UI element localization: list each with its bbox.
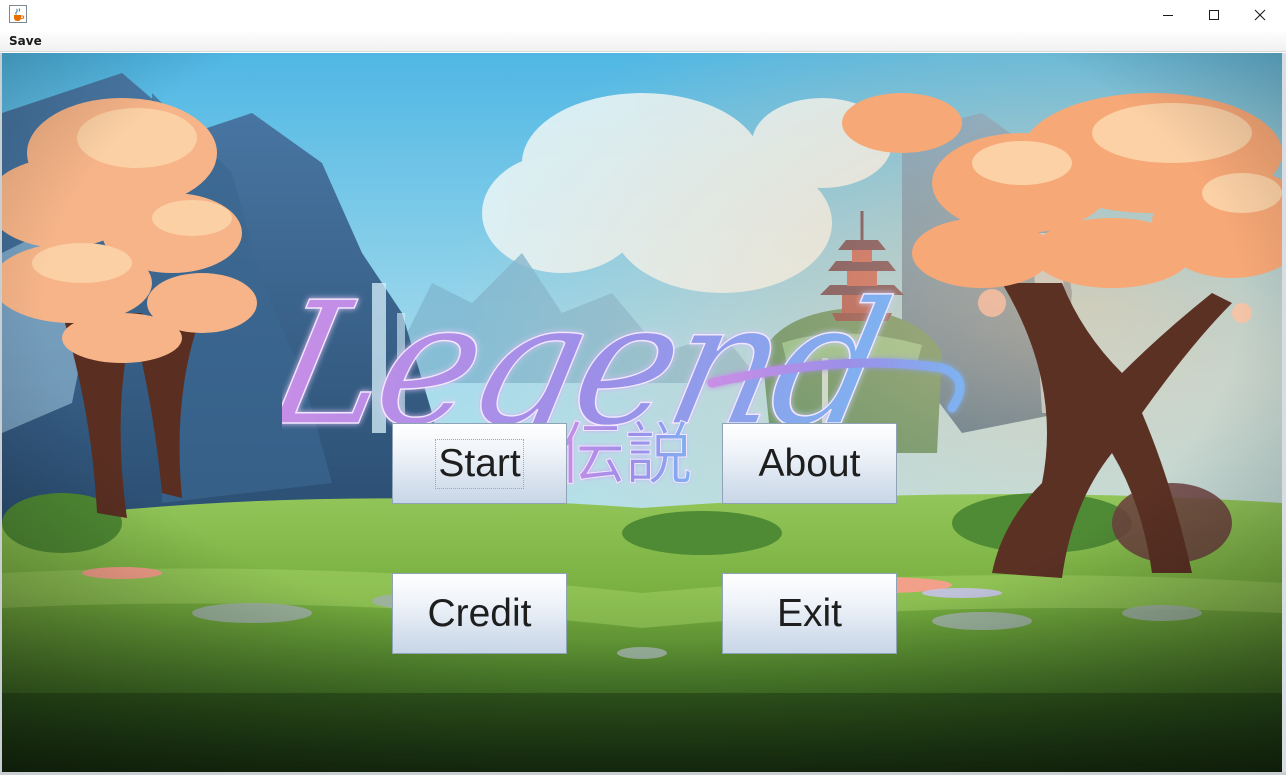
exit-button-label: Exit <box>776 591 842 635</box>
credit-button-label: Credit <box>427 591 532 635</box>
exit-button[interactable]: Exit <box>722 573 897 654</box>
start-button-label: Start <box>435 438 524 489</box>
game-canvas: Legend 伝説 <box>2 53 1282 772</box>
window-border-right <box>1282 53 1286 775</box>
logo-subtitle: 伝説 <box>557 416 693 495</box>
maximize-button[interactable] <box>1191 0 1237 30</box>
window-title-bar <box>0 0 1286 30</box>
start-button[interactable]: Start <box>392 423 567 504</box>
java-cup-icon <box>9 5 27 23</box>
minimize-button[interactable] <box>1145 0 1191 30</box>
menu-item-save[interactable]: Save <box>4 32 47 50</box>
close-button[interactable] <box>1237 0 1283 30</box>
maximize-icon <box>1209 10 1219 20</box>
about-button-label: About <box>758 441 861 485</box>
credit-button[interactable]: Credit <box>392 573 567 654</box>
about-button[interactable]: About <box>722 423 897 504</box>
close-icon <box>1254 9 1266 21</box>
menu-bar: Save <box>0 30 1286 52</box>
minimize-icon <box>1163 15 1173 16</box>
